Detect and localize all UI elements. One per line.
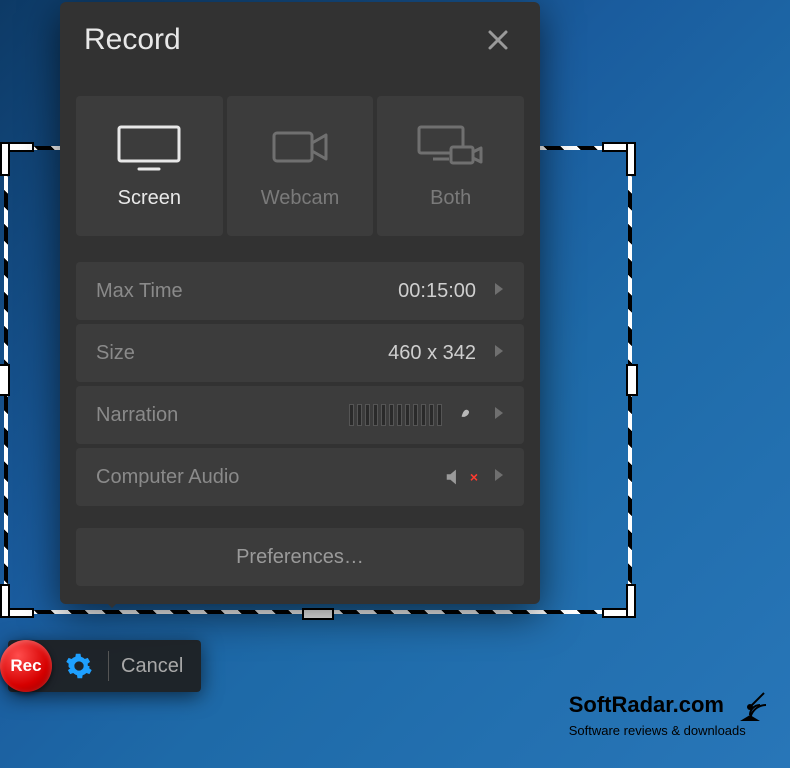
screen-icon (113, 123, 185, 171)
size-expand[interactable] (482, 342, 516, 365)
row-max-time[interactable]: Max Time 00:15:00 (76, 262, 524, 320)
webcam-icon (264, 123, 336, 171)
chevron-right-icon (493, 343, 505, 359)
preferences-button[interactable]: Preferences… (76, 528, 524, 586)
chevron-right-icon (493, 281, 505, 297)
chevron-right-icon (493, 467, 505, 483)
size-label: Size (96, 342, 135, 365)
source-screen-label: Screen (118, 187, 181, 210)
size-value: 460 x 342 (388, 342, 482, 365)
toolbar-separator (108, 651, 109, 681)
preferences-label: Preferences… (236, 546, 364, 569)
close-button[interactable] (478, 20, 518, 60)
row-narration[interactable]: Narration (76, 386, 524, 444)
resize-handle-left[interactable] (0, 366, 8, 394)
watermark: SoftRadar.com Software reviews & downloa… (569, 685, 770, 738)
chevron-right-icon (493, 405, 505, 421)
max-time-label: Max Time (96, 280, 183, 303)
record-button-label: Rec (10, 656, 41, 676)
narration-label: Narration (96, 404, 178, 427)
source-webcam-label: Webcam (261, 187, 340, 210)
cancel-button-label: Cancel (121, 655, 183, 677)
max-time-value: 00:15:00 (398, 280, 482, 303)
gear-icon (65, 652, 93, 680)
record-button[interactable]: Rec (0, 640, 52, 692)
panel-header: Record (60, 2, 540, 68)
speaker-muted-icon (442, 466, 468, 488)
narration-expand[interactable] (482, 404, 516, 427)
close-icon (486, 28, 510, 52)
source-both[interactable]: Both (377, 96, 524, 236)
settings-button[interactable] (62, 649, 96, 683)
computer-audio-label: Computer Audio (96, 466, 239, 489)
source-selector: Screen Webcam Both (76, 96, 524, 236)
record-panel: Record Screen Webcam (60, 2, 540, 604)
radar-icon (730, 685, 770, 725)
row-computer-audio[interactable]: Computer Audio × (76, 448, 524, 506)
resize-handle-tl[interactable] (2, 144, 32, 174)
row-size[interactable]: Size 460 x 342 (76, 324, 524, 382)
resize-handle-bl[interactable] (2, 586, 32, 616)
resize-handle-right[interactable] (628, 366, 636, 394)
microphone-icon (452, 404, 478, 426)
panel-title: Record (84, 23, 181, 57)
source-both-label: Both (430, 187, 471, 210)
recorder-toolbar: Rec Cancel (8, 640, 201, 692)
max-time-expand[interactable] (482, 280, 516, 303)
resize-handle-tr[interactable] (604, 144, 634, 174)
muted-indicator: × (470, 469, 478, 485)
watermark-tagline: Software reviews & downloads (569, 723, 770, 738)
resize-handle-bottom[interactable] (304, 610, 332, 618)
source-webcam[interactable]: Webcam (227, 96, 374, 236)
both-icon (415, 123, 487, 171)
vu-meter (349, 404, 442, 426)
watermark-name: SoftRadar.com (569, 692, 724, 718)
source-screen[interactable]: Screen (76, 96, 223, 236)
computer-audio-expand[interactable] (482, 466, 516, 489)
cancel-button[interactable]: Cancel (117, 655, 187, 678)
resize-handle-br[interactable] (604, 586, 634, 616)
